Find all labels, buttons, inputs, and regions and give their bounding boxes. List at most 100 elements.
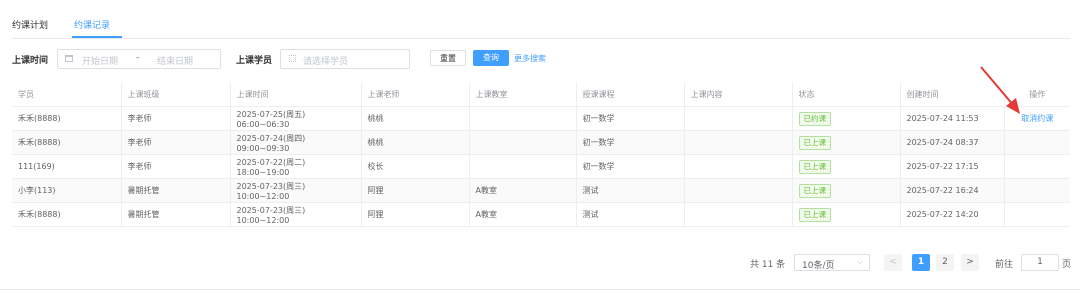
page-size-value: 10条/页 (802, 261, 835, 271)
cell-teacher: 阿狸 (360, 202, 469, 227)
cell-created: 2025-07-22 17:15 (899, 154, 1004, 179)
cell-room (468, 154, 576, 179)
cell-status: 已约课 (791, 106, 900, 131)
cell-course: 初一数学 (575, 130, 684, 155)
status-badge: 已上课 (798, 159, 831, 174)
cell-time: 2025-07-24(周四) 09:00~09:30 (229, 130, 361, 155)
page-size-select[interactable]: 10条/页 ⌵ (794, 254, 870, 271)
cell-action (1003, 154, 1070, 179)
table-row: 小李(113) 暑期托管 2025-07-23(周三) 10:00~12:00 … (12, 178, 1070, 203)
cell-room (468, 130, 576, 155)
cell-content (683, 154, 792, 179)
cell-action (1003, 202, 1070, 227)
cell-status: 已上课 (791, 130, 900, 155)
cell-time: 2025-07-23(周三) 10:00~12:00 (229, 202, 361, 227)
chevron-down-icon: ⌵ (856, 257, 863, 266)
table-row: 禾禾(8888) 李老师 2025-07-25(周五) 06:00~06:30 … (12, 106, 1070, 131)
cell-created: 2025-07-22 16:24 (899, 178, 1004, 203)
records-table: 学员 上课班级 上课时间 上课老师 上课教室 授课课程 上课内容 状态 创建时间… (12, 82, 1070, 227)
page-button-2[interactable]: 2 (936, 254, 954, 271)
goto-label: 前往 (995, 260, 1014, 270)
status-badge: 已上课 (798, 207, 831, 222)
active-tab-indicator (72, 36, 122, 38)
cell-student: 禾禾(8888) (12, 106, 121, 131)
total-count: 共 11 条 (750, 260, 786, 270)
goto-suffix: 页 (1062, 260, 1072, 270)
status-badge: 已上课 (798, 135, 831, 150)
more-search-link[interactable]: 更多搜索 (514, 53, 546, 64)
cell-content (683, 178, 792, 203)
date-separator: - (136, 53, 140, 63)
cell-room: A教室 (468, 178, 576, 203)
table-row: 111(169) 李老师 2025-07-22(周二) 18:00~19:00 … (12, 154, 1070, 179)
cell-teacher: 校长 (360, 154, 469, 179)
tab-booking-plan[interactable]: 约课计划 (12, 18, 48, 31)
col-course: 授课课程 (575, 82, 684, 107)
cell-course: 初一数学 (575, 154, 684, 179)
table-row: 禾禾(8888) 暑期托管 2025-07-23(周三) 10:00~12:00… (12, 202, 1070, 227)
tab-booking-records[interactable]: 约课记录 (74, 18, 110, 31)
cell-course: 初一数学 (575, 106, 684, 131)
col-content: 上课内容 (683, 82, 792, 107)
status-badge: 已上课 (798, 183, 831, 198)
table-row: 禾禾(8888) 李老师 2025-07-24(周四) 09:00~09:30 … (12, 130, 1070, 155)
cell-course: 测试 (575, 178, 684, 203)
col-class: 上课班级 (120, 82, 230, 107)
reset-button[interactable]: 重置 (430, 50, 466, 66)
search-button[interactable]: 查询 (473, 50, 509, 66)
student-placeholder: 请选择学员 (303, 57, 349, 67)
cell-class: 李老师 (120, 154, 230, 179)
cell-student: 禾禾(8888) (12, 202, 121, 227)
pagination: 共 11 条 10条/页 ⌵ < 1 2 > 前往 1 页 (0, 254, 1080, 272)
cell-room: A教室 (468, 202, 576, 227)
cell-course: 测试 (575, 202, 684, 227)
cell-class: 李老师 (120, 130, 230, 155)
col-teacher: 上课老师 (360, 82, 469, 107)
start-date-placeholder: 开始日期 (82, 57, 119, 67)
cell-created: 2025-07-22 14:20 (899, 202, 1004, 227)
cell-teacher: 桃桃 (360, 106, 469, 131)
student-select[interactable]: 请选择学员 (280, 49, 410, 69)
cell-status: 已上课 (791, 178, 900, 203)
cell-time: 2025-07-23(周三) 10:00~12:00 (229, 178, 361, 203)
cell-status: 已上课 (791, 154, 900, 179)
cell-time: 2025-07-22(周二) 18:00~19:00 (229, 154, 361, 179)
cell-student: 禾禾(8888) (12, 130, 121, 155)
col-action: 操作 (1003, 82, 1070, 107)
cell-created: 2025-07-24 08:37 (899, 130, 1004, 155)
status-badge: 已约课 (798, 111, 831, 126)
col-created: 创建时间 (899, 82, 1004, 107)
cell-status: 已上课 (791, 202, 900, 227)
goto-page-input[interactable]: 1 (1021, 254, 1059, 271)
page-button-1[interactable]: 1 (912, 254, 930, 271)
cell-class: 李老师 (120, 106, 230, 131)
col-status: 状态 (791, 82, 900, 107)
end-date-placeholder: 结束日期 (157, 57, 194, 67)
cancel-booking-link[interactable]: 取消约课 (1021, 114, 1053, 123)
cell-teacher: 阿狸 (360, 178, 469, 203)
next-page-button[interactable]: > (961, 254, 979, 271)
student-label: 上课学员 (236, 56, 273, 66)
cell-student: 小李(113) (12, 178, 121, 203)
cell-teacher: 桃桃 (360, 130, 469, 155)
prev-page-button[interactable]: < (884, 254, 902, 271)
cell-action (1003, 130, 1070, 155)
cell-action (1003, 178, 1070, 203)
col-time: 上课时间 (229, 82, 361, 107)
cell-room (468, 106, 576, 131)
cell-action: 取消约课 (1003, 106, 1070, 131)
cell-created: 2025-07-24 11:53 (899, 106, 1004, 131)
cell-time: 2025-07-25(周五) 06:00~06:30 (229, 106, 361, 131)
class-time-label: 上课时间 (12, 56, 49, 66)
divider (0, 289, 1080, 290)
col-student: 学员 (12, 82, 121, 107)
calendar-icon (65, 55, 73, 62)
cell-content (683, 202, 792, 227)
date-range-picker[interactable]: 开始日期 - 结束日期 (57, 49, 221, 69)
cell-content (683, 106, 792, 131)
cell-content (683, 130, 792, 155)
table-header-row: 学员 上课班级 上课时间 上课老师 上课教室 授课课程 上课内容 状态 创建时间… (12, 82, 1070, 107)
col-room: 上课教室 (468, 82, 576, 107)
cell-student: 111(169) (12, 154, 121, 179)
filter-bar: 上课时间 开始日期 - 结束日期 上课学员 请选择学员 重置 查询 更多搜索 (12, 49, 1072, 69)
